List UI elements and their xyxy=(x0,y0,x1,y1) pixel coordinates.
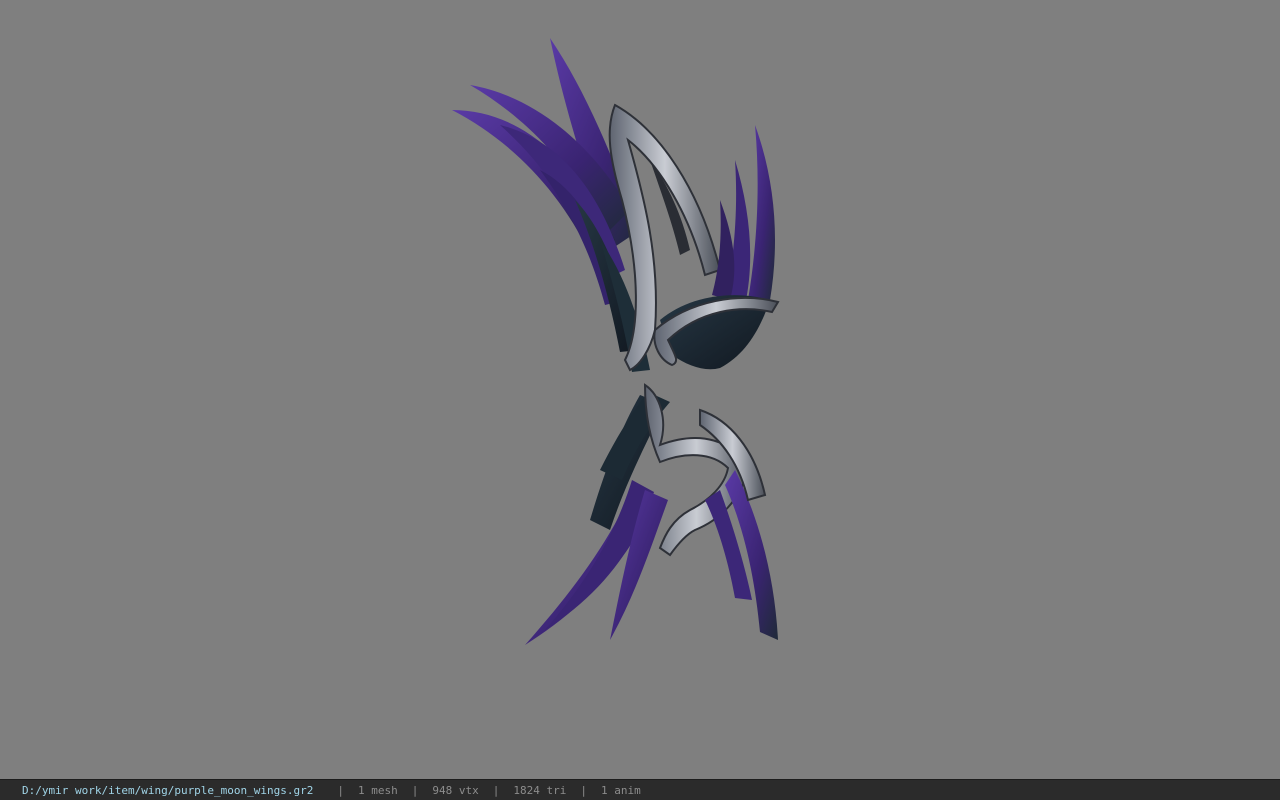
status-bar: D:/ymir work/item/wing/purple_moon_wings… xyxy=(0,779,1280,800)
wings-model-icon[interactable] xyxy=(0,0,1280,779)
triangle-count-label: 1824 tri xyxy=(513,783,567,797)
vertex-count-label: 948 vtx xyxy=(432,783,479,797)
anim-count-label: 1 anim xyxy=(601,783,641,797)
mesh-count-label: 1 mesh xyxy=(358,783,398,797)
separator: | xyxy=(337,783,345,797)
3d-viewport[interactable] xyxy=(0,0,1280,779)
separator: | xyxy=(580,783,587,797)
file-path-label: D:/ymir work/item/wing/purple_moon_wings… xyxy=(22,783,314,797)
separator: | xyxy=(492,783,500,797)
separator: | xyxy=(411,783,419,797)
